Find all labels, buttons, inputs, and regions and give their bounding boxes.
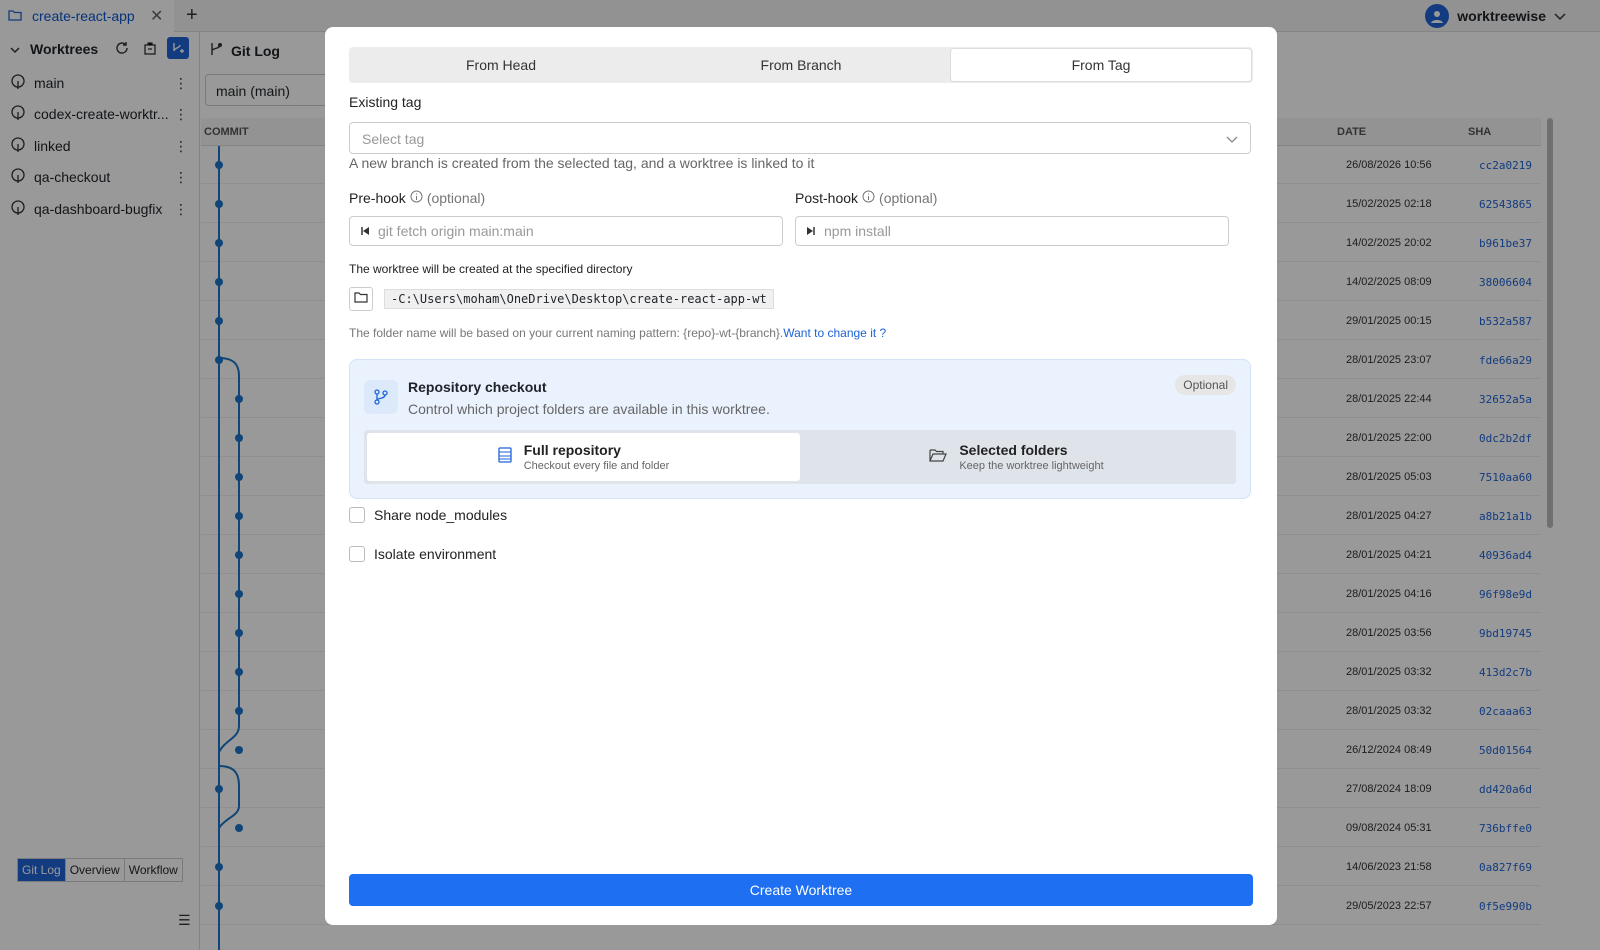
share-node-modules-label: Share node_modules bbox=[374, 507, 508, 523]
full-repository-subtitle: Checkout every file and folder bbox=[523, 460, 670, 472]
tag-hint: A new branch is created from the selecte… bbox=[349, 155, 815, 171]
file-list-icon bbox=[498, 446, 512, 468]
checkbox[interactable] bbox=[349, 507, 365, 523]
git-branch-icon bbox=[364, 380, 398, 414]
full-repository-title: Full repository bbox=[523, 442, 621, 458]
posthook-label-row: Post-hook (optional) bbox=[795, 190, 937, 206]
full-repository-text: Full repository Checkout every file and … bbox=[524, 442, 670, 472]
isolate-environment-checkbox[interactable]: Isolate environment bbox=[349, 546, 496, 562]
worktree-path: -C:\Users\moham\OneDrive\Desktop\create-… bbox=[384, 289, 774, 309]
full-repository-option[interactable]: Full repository Checkout every file and … bbox=[367, 433, 800, 481]
change-naming-link[interactable]: Want to change it ? bbox=[783, 326, 886, 340]
prehook-label-row: Pre-hook (optional) bbox=[349, 190, 485, 206]
prehook-placeholder: git fetch origin main:main bbox=[378, 223, 534, 239]
repository-checkout-card: Repository checkout Control which projec… bbox=[349, 359, 1251, 499]
checkout-title: Repository checkout bbox=[408, 379, 547, 395]
optional-badge: Optional bbox=[1175, 375, 1236, 395]
prehook-input[interactable]: git fetch origin main:main bbox=[349, 216, 783, 246]
folder-open-icon bbox=[929, 448, 948, 467]
share-node-modules-checkbox[interactable]: Share node_modules bbox=[349, 507, 507, 523]
posthook-label: Post-hook bbox=[795, 190, 859, 206]
create-worktree-button[interactable]: Create Worktree bbox=[349, 874, 1253, 906]
selected-folders-option[interactable]: Selected folders Keep the worktree light… bbox=[800, 433, 1233, 481]
info-icon[interactable] bbox=[862, 190, 875, 206]
tab-from-tag[interactable]: From Tag bbox=[951, 49, 1251, 81]
posthook-input[interactable]: npm install bbox=[795, 216, 1229, 246]
tab-from-head[interactable]: From Head bbox=[351, 49, 651, 81]
posthook-optional: (optional) bbox=[879, 190, 938, 206]
info-icon[interactable] bbox=[410, 190, 423, 206]
directory-label: The worktree will be created at the spec… bbox=[349, 262, 633, 276]
checkout-mode-toggle: Full repository Checkout every file and … bbox=[364, 430, 1236, 484]
source-tabs: From Head From Branch From Tag bbox=[349, 47, 1253, 83]
skip-back-icon bbox=[360, 223, 370, 239]
create-worktree-dialog: From Head From Branch From Tag Existing … bbox=[325, 27, 1277, 925]
selected-folders-text: Selected folders Keep the worktree light… bbox=[959, 442, 1103, 472]
tag-select[interactable]: Select tag bbox=[349, 122, 1251, 154]
selected-folders-title: Selected folders bbox=[959, 442, 1068, 458]
tag-select-placeholder: Select tag bbox=[362, 131, 425, 147]
isolate-environment-label: Isolate environment bbox=[374, 546, 497, 562]
checkbox[interactable] bbox=[349, 546, 365, 562]
naming-note-text: The folder name will be based on your cu… bbox=[349, 326, 784, 340]
prehook-label: Pre-hook bbox=[349, 190, 406, 206]
naming-note: The folder name will be based on your cu… bbox=[349, 326, 886, 340]
posthook-placeholder: npm install bbox=[824, 223, 891, 239]
existing-tag-label: Existing tag bbox=[349, 94, 422, 110]
browse-folder-button[interactable] bbox=[349, 287, 373, 311]
folder-icon bbox=[354, 290, 368, 308]
checkout-description: Control which project folders are availa… bbox=[408, 401, 770, 417]
tab-from-branch[interactable]: From Branch bbox=[651, 49, 951, 81]
skip-forward-icon bbox=[806, 223, 816, 239]
prehook-optional: (optional) bbox=[426, 190, 486, 206]
selected-folders-subtitle: Keep the worktree lightweight bbox=[959, 460, 1104, 472]
chevron-down-icon bbox=[1226, 131, 1238, 147]
